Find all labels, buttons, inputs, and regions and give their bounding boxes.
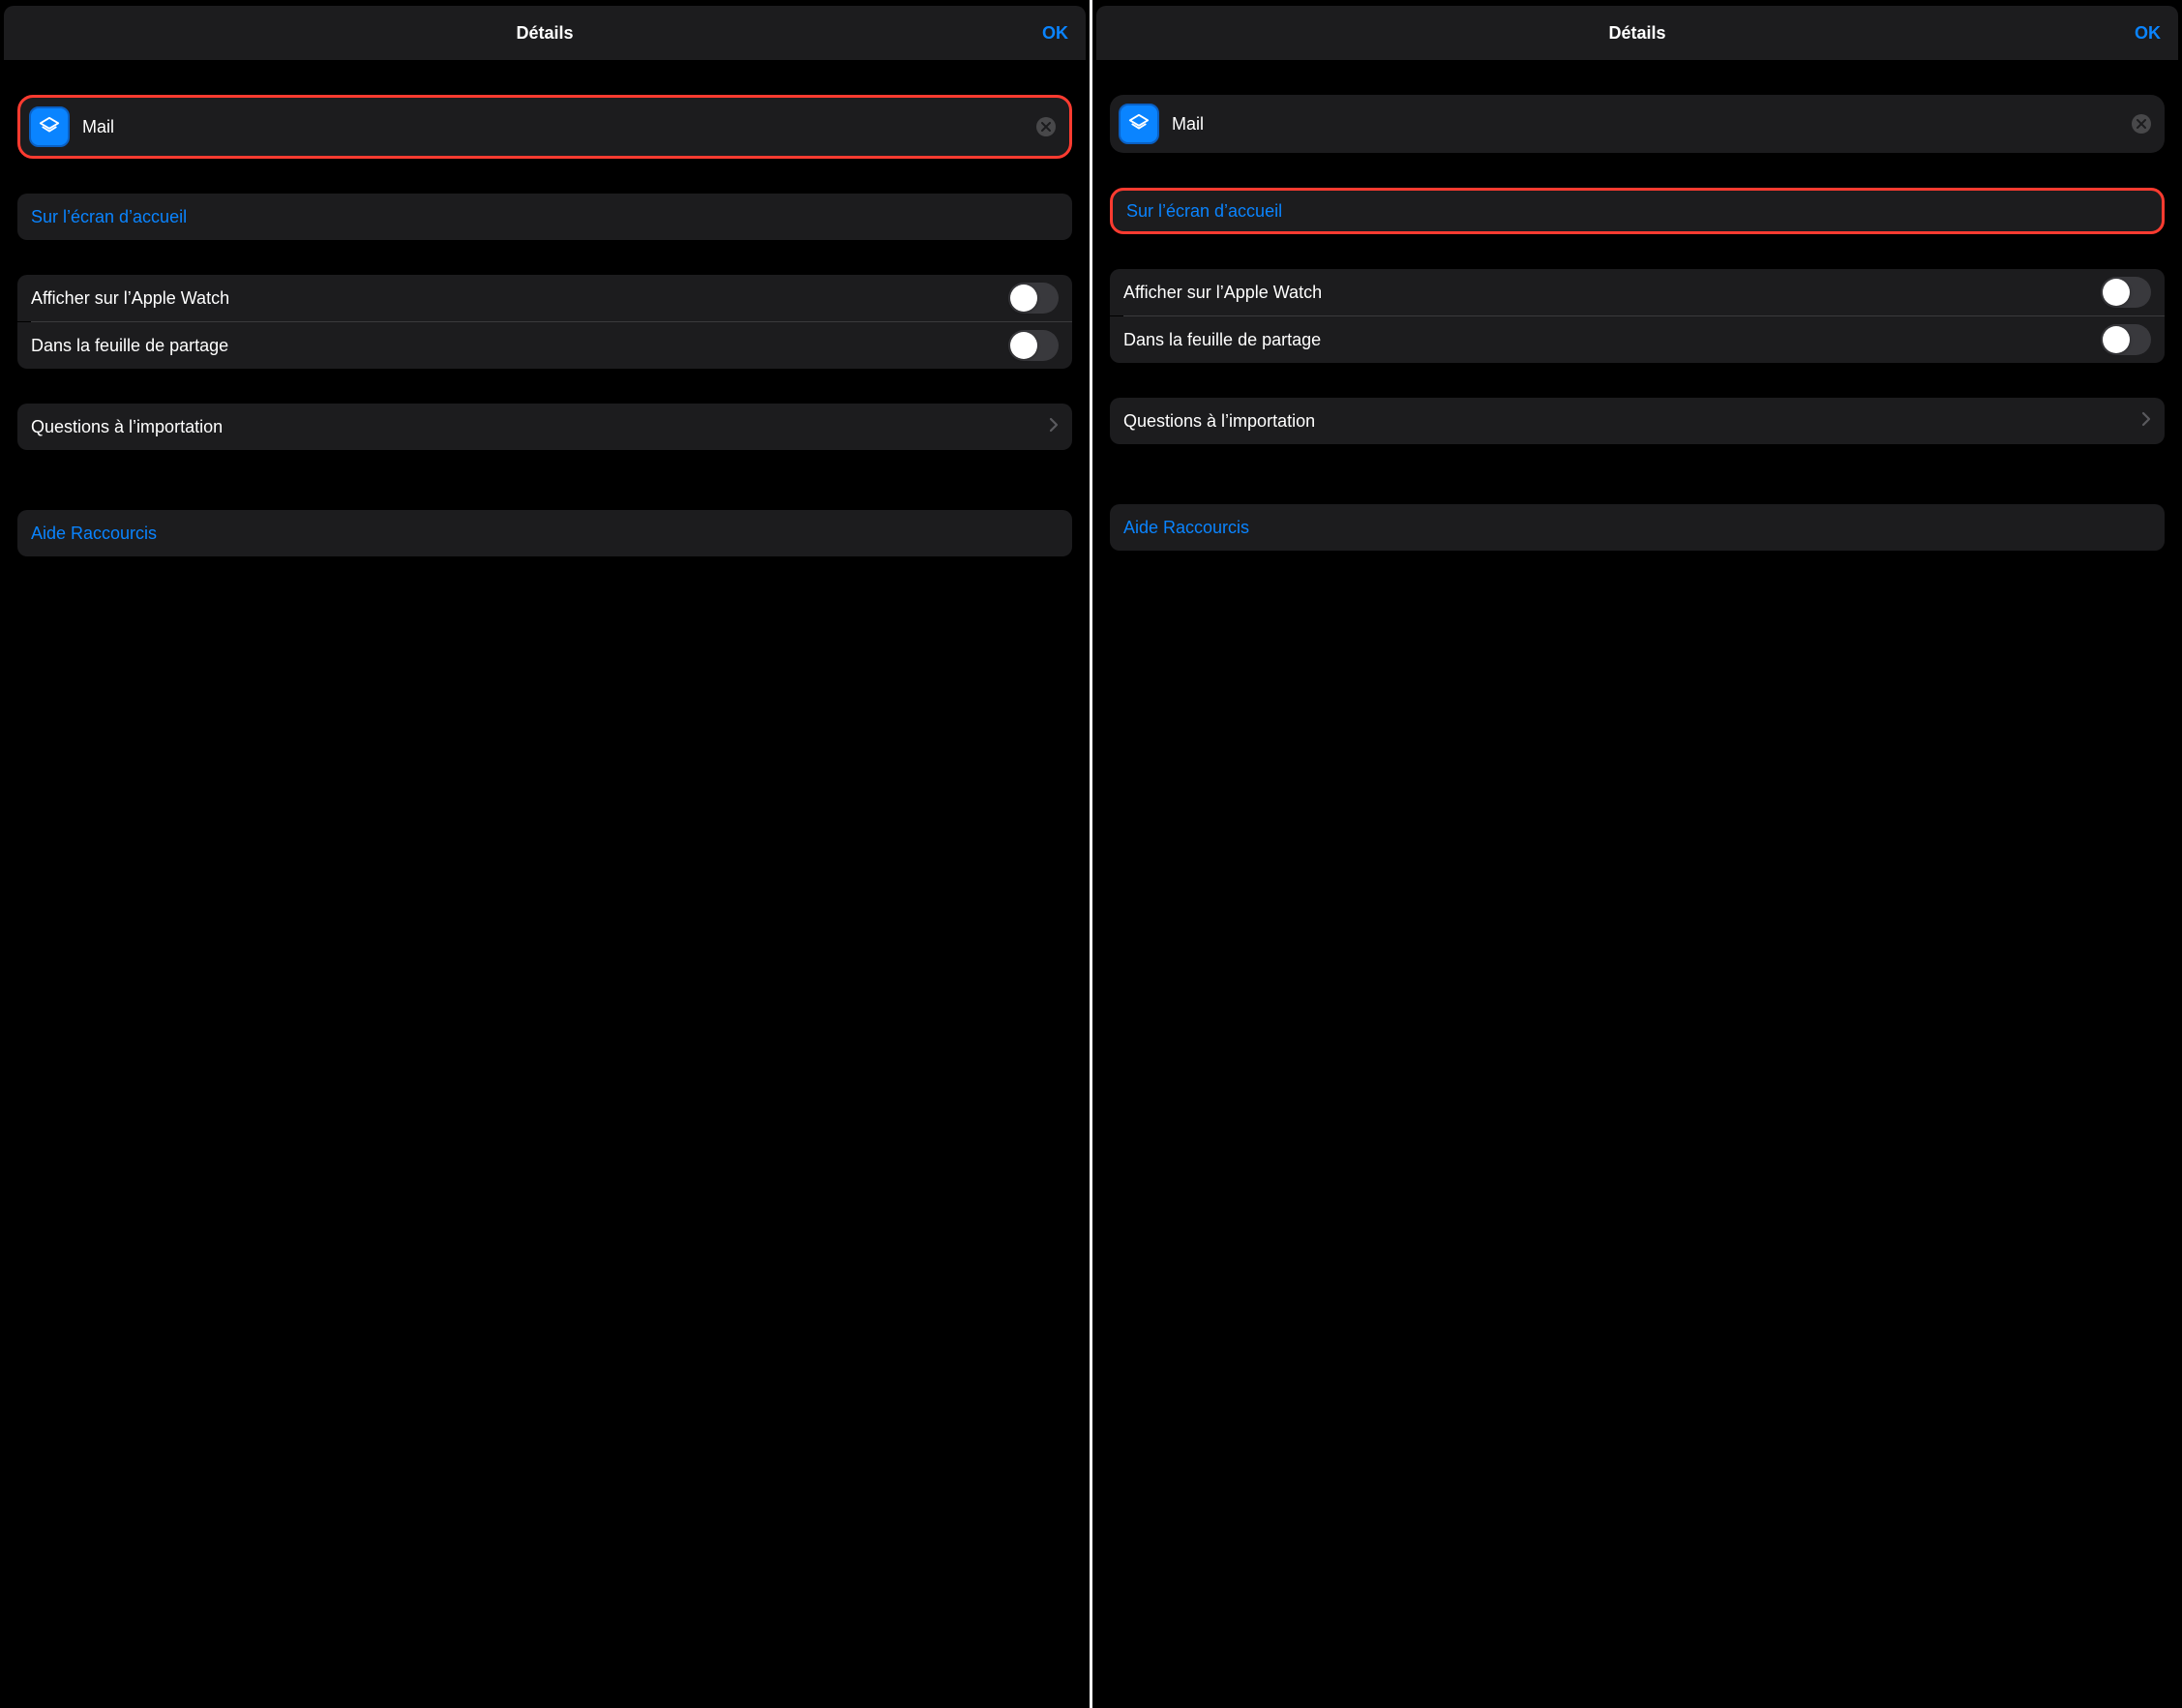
- apple-watch-label: Afficher sur l’Apple Watch: [31, 288, 229, 309]
- page-title: Détails: [516, 23, 573, 44]
- help-row[interactable]: Aide Raccourcis: [17, 510, 1072, 556]
- shortcut-name-row[interactable]: Mail: [17, 95, 1072, 159]
- right-panel: Détails OK Mail Sur l’écran d’accueil: [1092, 0, 2182, 1708]
- apple-watch-toggle[interactable]: [1008, 283, 1059, 314]
- content: Mail Sur l’écran d’accueil Afficher sur …: [0, 60, 1090, 1708]
- import-questions-row[interactable]: Questions à l’importation: [1110, 398, 2165, 444]
- shortcut-icon[interactable]: [30, 107, 69, 146]
- share-sheet-row: Dans la feuille de partage: [17, 322, 1072, 369]
- share-sheet-label: Dans la feuille de partage: [31, 336, 228, 356]
- import-questions-row[interactable]: Questions à l’importation: [17, 404, 1072, 450]
- shortcut-icon[interactable]: [1120, 105, 1158, 143]
- shortcut-name-input[interactable]: Mail: [82, 117, 1023, 137]
- close-icon: [2137, 119, 2146, 129]
- content: Mail Sur l’écran d’accueil Afficher sur …: [1092, 60, 2182, 1708]
- shortcuts-glyph-icon: [39, 116, 60, 137]
- share-sheet-label: Dans la feuille de partage: [1123, 330, 1321, 350]
- ok-button[interactable]: OK: [2135, 23, 2161, 44]
- apple-watch-row: Afficher sur l’Apple Watch: [17, 275, 1072, 321]
- shortcuts-glyph-icon: [1128, 113, 1150, 135]
- share-sheet-toggle[interactable]: [1008, 330, 1059, 361]
- clear-name-button[interactable]: [1036, 117, 1056, 136]
- add-to-home-screen-label: Sur l’écran d’accueil: [1126, 201, 1282, 222]
- apple-watch-toggle[interactable]: [2101, 277, 2151, 308]
- add-to-home-screen-row[interactable]: Sur l’écran d’accueil: [17, 194, 1072, 240]
- clear-name-button[interactable]: [2132, 114, 2151, 134]
- import-questions-label: Questions à l’importation: [1123, 411, 1315, 432]
- chevron-right-icon: [1049, 417, 1059, 437]
- shortcut-name-row[interactable]: Mail: [1110, 95, 2165, 153]
- apple-watch-row: Afficher sur l’Apple Watch: [1110, 269, 2165, 315]
- close-icon: [1041, 122, 1051, 132]
- header: Détails OK: [4, 6, 1086, 60]
- chevron-right-icon: [2141, 411, 2151, 432]
- ok-button[interactable]: OK: [1042, 23, 1068, 44]
- add-to-home-screen-row[interactable]: Sur l’écran d’accueil: [1110, 188, 2165, 234]
- help-label: Aide Raccourcis: [31, 524, 157, 544]
- share-sheet-toggle[interactable]: [2101, 324, 2151, 355]
- shortcut-name-input[interactable]: Mail: [1172, 114, 2118, 135]
- left-panel: Détails OK Mail Sur l’écran d’accueil: [0, 0, 1090, 1708]
- help-row[interactable]: Aide Raccourcis: [1110, 504, 2165, 551]
- page-title: Détails: [1608, 23, 1665, 44]
- add-to-home-screen-label: Sur l’écran d’accueil: [31, 207, 187, 227]
- header: Détails OK: [1096, 6, 2178, 60]
- apple-watch-label: Afficher sur l’Apple Watch: [1123, 283, 1322, 303]
- share-sheet-row: Dans la feuille de partage: [1110, 316, 2165, 363]
- import-questions-label: Questions à l’importation: [31, 417, 223, 437]
- help-label: Aide Raccourcis: [1123, 518, 1249, 538]
